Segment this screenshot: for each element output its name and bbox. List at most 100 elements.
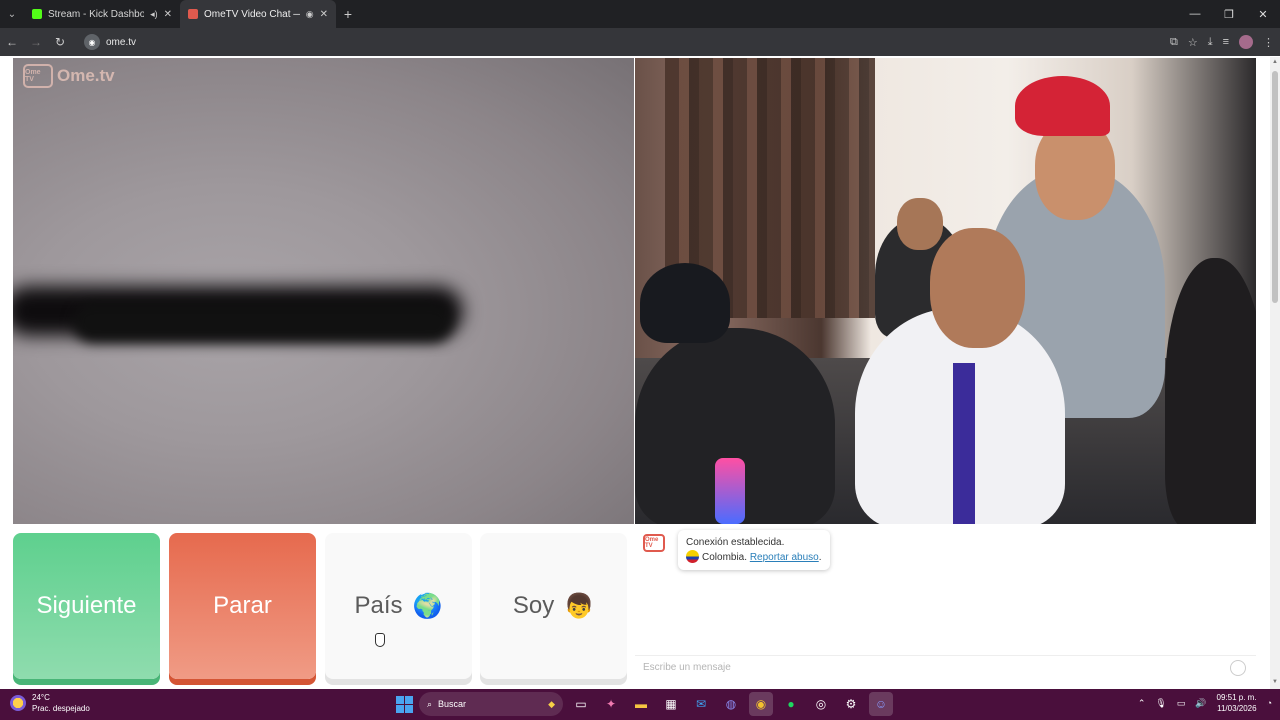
search-highlight-icon: ◆ xyxy=(548,698,555,709)
next-label: Siguiente xyxy=(36,592,137,619)
search-icon: ⌕ xyxy=(427,698,433,709)
windows-start-icon[interactable] xyxy=(396,695,413,713)
download-icon[interactable]: ⤓ xyxy=(1208,36,1213,49)
person-head-cap xyxy=(640,263,730,343)
close-window-icon[interactable]: ✕ xyxy=(1246,0,1280,28)
media-control-icon[interactable]: ≡ xyxy=(1223,36,1229,48)
tab-title: Stream - Kick Dashboard xyxy=(48,8,145,20)
site-info-icon[interactable]: ◉ xyxy=(84,34,100,50)
toolbar-actions: ⧉ ☆ ⤓ ≡ ⋮ xyxy=(1170,28,1274,56)
address-bar[interactable]: ◉ ome.tv xyxy=(80,31,1120,53)
weather-widget[interactable]: 24°C Prac. despejado xyxy=(10,692,90,714)
speaker-icon[interactable]: ◂) xyxy=(150,9,158,20)
weather-icon xyxy=(10,695,26,711)
chevron-up-icon[interactable]: ⌃ xyxy=(1138,698,1146,709)
tie xyxy=(953,363,975,524)
obs-icon[interactable]: ◎ xyxy=(809,692,833,716)
chrome-icon[interactable]: ◉ xyxy=(749,692,773,716)
stop-button[interactable]: Parar xyxy=(169,533,316,679)
person-right xyxy=(1165,258,1256,524)
tab-search-icon[interactable]: ⌄ xyxy=(0,0,24,28)
report-suffix: . xyxy=(818,552,822,563)
store-icon[interactable]: ▦ xyxy=(659,692,683,716)
taskbar-search[interactable]: ⌕ Buscar ◆ xyxy=(419,692,563,716)
temperature: 24°C xyxy=(32,693,50,702)
message-input[interactable]: Escribe un mensaje xyxy=(635,655,1256,679)
teams-icon[interactable]: ◍ xyxy=(719,692,743,716)
tab-ometv[interactable]: OmeTV Video Chat — Ome ◉ ✕ xyxy=(180,0,336,28)
message-placeholder: Escribe un mensaje xyxy=(643,662,731,673)
person-head xyxy=(897,198,943,250)
discord-icon[interactable]: ☺ xyxy=(869,692,893,716)
emoji-icon[interactable] xyxy=(1230,660,1246,676)
outlook-icon[interactable]: ✉ xyxy=(689,692,713,716)
red-cap xyxy=(1015,76,1110,136)
connection-text: Conexión establecida. xyxy=(686,537,785,548)
settings-icon[interactable]: ⚙ xyxy=(839,692,863,716)
menu-icon[interactable]: ⋮ xyxy=(1263,36,1274,49)
system-message: Conexión establecida. Colombia. Reportar… xyxy=(678,530,830,570)
tab-kick-dashboard[interactable]: Stream - Kick Dashboard ◂) ✕ xyxy=(24,0,180,28)
scrollbar-thumb[interactable] xyxy=(1272,71,1278,303)
spotify-icon[interactable]: ● xyxy=(779,692,803,716)
mouse-cursor-icon xyxy=(375,633,385,647)
country-text: Colombia. xyxy=(702,552,748,563)
copilot-icon[interactable]: ✦ xyxy=(599,692,623,716)
kick-favicon-icon xyxy=(32,9,42,19)
speaker-light xyxy=(715,458,745,524)
boy-icon: 👦 xyxy=(564,592,595,620)
browser-tab-strip: ⌄ Stream - Kick Dashboard ◂) ✕ OmeTV Vid… xyxy=(0,0,1280,28)
system-tray: ⌃ 🎙 ▭ 🔊 09:51 p. m. 11/03/2026 ◔ xyxy=(1138,692,1272,714)
logo-text: Ome.tv xyxy=(57,66,115,85)
ometv-page: Ome TV Ome.tv Siguiente Parar País 🌍 Soy… xyxy=(0,57,1280,689)
country-label: País xyxy=(354,592,403,619)
ometv-avatar-icon: Ome TV xyxy=(643,534,665,552)
gender-button[interactable]: Soy 👦 xyxy=(480,533,627,679)
recording-icon: ◉ xyxy=(305,8,314,19)
next-button[interactable]: Siguiente xyxy=(13,533,160,679)
reload-icon[interactable]: ↻ xyxy=(48,28,72,56)
task-view-icon[interactable]: ▭ xyxy=(569,692,593,716)
chat-panel: Ome TV Conexión establecida. Colombia. R… xyxy=(635,525,1256,679)
new-tab-button[interactable]: + xyxy=(336,0,360,28)
ometv-logo-icon: Ome TV xyxy=(23,64,53,88)
volume-icon[interactable]: 🔊 xyxy=(1195,698,1206,709)
report-abuse-link[interactable]: Reportar abuso xyxy=(750,552,819,563)
person-head xyxy=(930,228,1025,348)
scroll-down-icon[interactable]: ▼ xyxy=(1272,679,1278,687)
network-icon[interactable]: ▭ xyxy=(1177,698,1186,709)
file-explorer-icon[interactable]: ▬ xyxy=(629,692,653,716)
clock[interactable]: 09:51 p. m. 11/03/2026 xyxy=(1217,692,1257,714)
ometv-logo: Ome TV Ome.tv xyxy=(23,64,115,88)
window-controls: — ❐ ✕ xyxy=(1178,0,1280,28)
restore-icon[interactable]: ❐ xyxy=(1212,0,1246,28)
close-tab-icon[interactable]: ✕ xyxy=(164,9,172,20)
page-scrollbar[interactable]: ▲ ▼ xyxy=(1270,57,1280,689)
minimize-icon[interactable]: — xyxy=(1178,0,1212,28)
stop-label: Parar xyxy=(213,592,272,619)
url-text: ome.tv xyxy=(106,36,137,48)
time: 09:51 p. m. xyxy=(1216,693,1257,702)
remote-camera-video xyxy=(635,58,1256,524)
date: 11/03/2026 xyxy=(1217,704,1257,713)
taskbar-apps: ⌕ Buscar ◆ ▭ ✦ ▬ ▦ ✉ ◍ ◉ ● ◎ ⚙ ☺ xyxy=(396,692,893,716)
profile-avatar[interactable] xyxy=(1239,35,1253,49)
globe-icon: 🌍 xyxy=(412,592,443,620)
forward-icon[interactable]: → xyxy=(24,28,48,56)
notification-icon[interactable]: ◔ xyxy=(1267,698,1272,708)
blurred-object xyxy=(73,303,453,343)
install-app-icon[interactable]: ⧉ xyxy=(1170,36,1178,49)
browser-toolbar: ← → ↻ ◉ ome.tv ⧉ ☆ ⤓ ≡ ⋮ xyxy=(0,28,1280,56)
back-icon[interactable]: ← xyxy=(0,28,24,56)
gender-label: Soy xyxy=(512,592,555,619)
country-button[interactable]: País 🌍 xyxy=(325,533,472,679)
microphone-icon[interactable]: 🎙 xyxy=(1155,698,1166,709)
search-label: Buscar xyxy=(438,699,467,709)
close-tab-icon[interactable]: ✕ xyxy=(320,9,328,20)
scroll-up-icon[interactable]: ▲ xyxy=(1272,59,1278,67)
weather-text: Prac. despejado xyxy=(32,704,90,713)
bookmark-star-icon[interactable]: ☆ xyxy=(1188,36,1198,49)
ometv-favicon-icon xyxy=(188,9,198,19)
tab-title: OmeTV Video Chat — Ome xyxy=(204,8,300,20)
colombia-flag-icon xyxy=(686,550,699,563)
